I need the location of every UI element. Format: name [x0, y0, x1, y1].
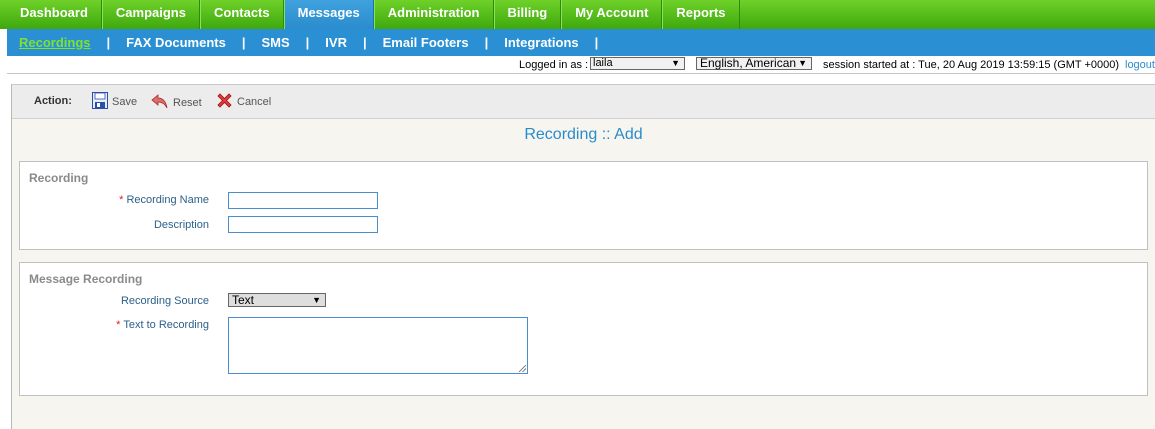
tab-administration[interactable]: Administration [373, 0, 494, 29]
tab-reports[interactable]: Reports [662, 0, 740, 29]
recording-name-label: * Recording Name [119, 194, 209, 206]
dropdown-arrow-icon: ▼ [798, 58, 807, 68]
subnav-fax-documents[interactable]: FAX Documents [126, 35, 226, 50]
tab-contacts[interactable]: Contacts [199, 0, 284, 29]
tab-dashboard[interactable]: Dashboard [0, 0, 102, 29]
save-button[interactable]: Save [92, 92, 137, 112]
language-select[interactable]: English, American ▼ [696, 57, 812, 70]
message-recording-section: Message Recording Recording Source Text … [19, 262, 1148, 396]
user-select[interactable]: laila ▼ [590, 57, 685, 70]
reset-label: Reset [173, 96, 202, 109]
main-panel: Action: Save Reset Cancel Recording:: A… [11, 84, 1155, 429]
description-label: Description [153, 219, 209, 231]
logged-in-label: Logged in as : [519, 59, 589, 71]
tab-messages[interactable]: Messages [283, 0, 374, 29]
subnav-recordings[interactable]: Recordings [19, 35, 91, 50]
recording-source-value: Text [232, 293, 255, 307]
recording-name-input[interactable] [228, 192, 378, 209]
user-select-value: laila [593, 57, 613, 69]
subnav-integrations[interactable]: Integrations [504, 35, 578, 50]
subnav-separator: | [305, 35, 310, 50]
recording-legend: Recording [29, 171, 89, 185]
text-to-recording-label: * Text to Recording [116, 319, 209, 331]
cancel-x-icon [216, 92, 233, 112]
action-label: Action: [34, 95, 72, 107]
login-bar: Logged in as : laila ▼ English, American… [7, 56, 1155, 74]
subnav-separator: | [484, 35, 489, 50]
recording-section: Recording * Recording Name Description [19, 161, 1148, 250]
reset-button[interactable]: Reset [151, 92, 202, 113]
subnav-separator: | [241, 35, 246, 50]
tab-campaigns[interactable]: Campaigns [101, 0, 200, 29]
subnav-ivr[interactable]: IVR [325, 35, 347, 50]
logout-link[interactable]: logout [1125, 59, 1155, 71]
subnav-email-footers[interactable]: Email Footers [383, 35, 469, 50]
cancel-label: Cancel [237, 96, 272, 108]
save-label: Save [112, 96, 138, 108]
recording-source-label: Recording Source [120, 295, 209, 307]
sub-nav: Recordings | FAX Documents | SMS | IVR |… [7, 29, 1155, 56]
action-bar: Action: Save Reset Cancel [12, 85, 1155, 119]
tab-my-account[interactable]: My Account [561, 0, 663, 29]
resize-grip-icon[interactable] [519, 365, 526, 372]
tab-billing[interactable]: Billing [493, 0, 562, 29]
recording-source-select[interactable]: Text ▼ [228, 293, 326, 307]
message-recording-legend: Message Recording [29, 272, 143, 286]
dropdown-arrow-icon: ▼ [312, 295, 321, 305]
session-info: session started at : Tue, 20 Aug 2019 13… [823, 59, 1120, 71]
main-nav: Dashboard Campaigns Contacts Messages Ad… [0, 0, 1155, 29]
undo-arrow-icon [151, 92, 169, 113]
save-icon [92, 92, 108, 112]
description-input[interactable] [228, 216, 378, 233]
subnav-separator: | [362, 35, 367, 50]
page-title: Recording :: Add [524, 126, 643, 143]
language-select-value: English, American [700, 56, 797, 70]
subnav-separator: | [106, 35, 111, 50]
subnav-separator: | [594, 35, 599, 50]
dropdown-arrow-icon: ▼ [671, 58, 680, 68]
cancel-button[interactable]: Cancel [216, 92, 271, 112]
subnav-sms[interactable]: SMS [261, 35, 289, 50]
text-to-recording-textarea[interactable] [228, 317, 528, 374]
required-marker: * [119, 194, 124, 206]
required-marker: * [116, 319, 121, 331]
